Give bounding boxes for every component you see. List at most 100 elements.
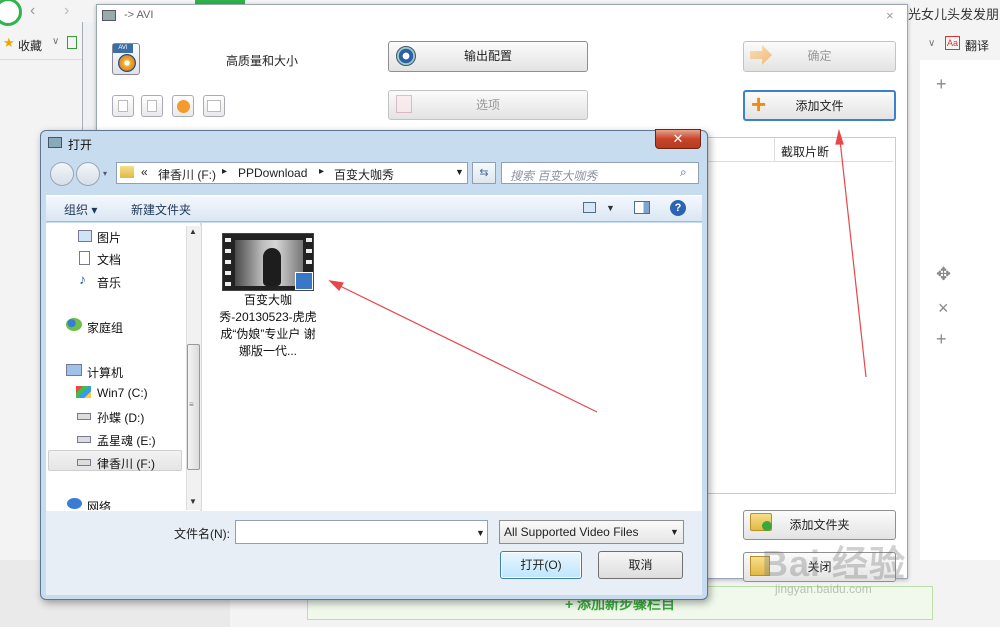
drive-icon [77,459,91,466]
window-close-icon[interactable]: × [886,8,894,23]
organize-button[interactable]: 组织 ▾ [64,201,97,218]
chevron-down-icon[interactable]: ∨ [52,36,59,47]
editor-side-panel [920,60,1000,560]
new-folder-button[interactable]: 新建文件夹 [131,201,191,218]
translate-icon[interactable]: Aa [945,36,960,50]
nav-item-network[interactable]: 网络 [87,498,111,510]
nav-item-drive-c[interactable]: Win7 (C:) [97,386,148,400]
pictures-icon [78,230,92,242]
forward-arrow-icon[interactable]: › [64,2,82,20]
open-button[interactable]: 打开(O) [500,551,582,579]
nav-item-drive-e[interactable]: 孟星魂 (E:) [97,432,156,449]
avi-format-tag: AVI [113,44,133,53]
breadcrumb-drive[interactable]: 律香川 (F:) [158,166,216,183]
nav-item-pictures[interactable]: 图片 [97,229,121,246]
nav-item-drive-f[interactable]: 律香川 (F:) [97,455,155,472]
add-file-label: 添加文件 [795,99,844,113]
film-perforation [225,271,231,275]
cancel-button[interactable]: 取消 [598,551,683,579]
folder-icon [120,166,134,178]
dialog-title: 打开 [68,138,93,152]
tablet-icon[interactable] [67,36,77,49]
options-label: 选项 [475,98,500,112]
windows-drive-icon [76,386,91,398]
output-config-label: 输出配置 [463,49,512,63]
info-tool-button[interactable] [203,95,225,117]
film-perforation [306,260,312,264]
move-icon[interactable]: ✥ [936,264,951,285]
gear-icon [396,46,416,66]
disc-icon [118,54,136,72]
documents-icon [79,251,90,265]
plus-badge-icon [762,521,772,531]
back-arrow-icon[interactable]: ‹ [30,2,48,20]
breadcrumb-current[interactable]: 百变大咖秀 [334,166,394,183]
film-perforation [225,249,231,253]
play-tool-button[interactable] [172,95,194,117]
translate-button[interactable]: 翻译 [965,37,989,54]
plus-icon[interactable]: + [936,329,947,350]
nav-item-music[interactable]: 音乐 [97,274,121,291]
scroll-down-icon[interactable]: ▼ [189,497,197,506]
close-icon[interactable]: × [938,298,949,319]
recent-locations-icon[interactable]: ▾ [103,169,107,178]
file-type-select[interactable]: All Supported Video Files [499,520,684,544]
video-frame-figure [263,248,281,286]
chevron-down-icon[interactable]: ▼ [606,203,615,213]
star-icon[interactable]: ★ [3,35,15,51]
options-button[interactable]: 选项 [388,90,588,120]
window-title: -> AVI [124,9,154,21]
help-icon[interactable]: ? [670,200,686,216]
preview-pane-icon[interactable] [634,201,650,214]
page-tab-title: 光女儿头发发朋 [908,7,1000,22]
filename-label: 文件名(N): [174,527,230,541]
video-file-badge-icon [295,272,313,290]
film-perforation [225,238,231,242]
chevron-down-icon[interactable]: ∨ [928,38,935,49]
file-name-label[interactable]: 百变大咖秀-20130523-虎虎成“伪娘”专业户 谢娜版一代... [218,292,318,360]
film-icon [396,95,412,113]
column-header-clip[interactable]: 截取片断 [774,138,894,162]
remove-file-tool-button[interactable] [141,95,163,117]
drive-icon [77,436,91,443]
info-card-icon [207,100,221,112]
file-icon [118,100,128,112]
nav-item-computer[interactable]: 计算机 [87,364,123,381]
plus-icon[interactable]: + [936,74,947,95]
breadcrumb-separator-icon[interactable]: ▸ [319,166,324,177]
ok-label: 确定 [807,49,832,63]
network-icon [67,498,82,509]
chevron-down-icon[interactable]: ▼ [476,528,485,538]
filename-input[interactable] [235,520,488,544]
search-icon[interactable]: ⌕ [680,165,687,180]
scroll-up-icon[interactable]: ▲ [189,227,197,236]
output-config-button[interactable]: 输出配置 [388,41,588,72]
favorites-label[interactable]: 收藏 [18,37,42,54]
drive-icon [77,413,91,420]
play-icon [177,100,190,113]
dialog-close-button[interactable]: ✕ [655,129,701,149]
chevron-down-icon[interactable]: ▼ [670,527,679,537]
breadcrumb-overflow[interactable]: « [141,165,148,179]
breadcrumb-folder[interactable]: PPDownload [238,166,307,180]
film-perforation [306,249,312,253]
chevron-down-icon[interactable]: ▼ [455,167,464,177]
refresh-button[interactable]: ⇆ [472,162,496,184]
film-perforation [306,238,312,242]
forward-button[interactable] [76,162,100,186]
quality-label: 高质量和大小 [226,54,299,68]
film-perforation [225,260,231,264]
nav-item-homegroup[interactable]: 家庭组 [87,319,123,336]
view-options-icon[interactable] [583,202,596,213]
plus-icon: + [751,89,767,119]
breadcrumb-separator-icon[interactable]: ▸ [222,166,227,177]
homegroup-icon [66,318,82,331]
add-file-tool-button[interactable] [112,95,134,117]
dialog-app-icon [48,137,62,148]
search-input[interactable]: 搜索 百变大咖秀 [501,162,699,184]
back-button[interactable] [50,162,74,186]
nav-item-drive-d[interactable]: 孙蝶 (D:) [97,409,144,426]
nav-item-documents[interactable]: 文档 [97,251,121,268]
scroll-grip-icon: ≡ [189,400,194,409]
music-icon: ♪ [79,271,86,287]
